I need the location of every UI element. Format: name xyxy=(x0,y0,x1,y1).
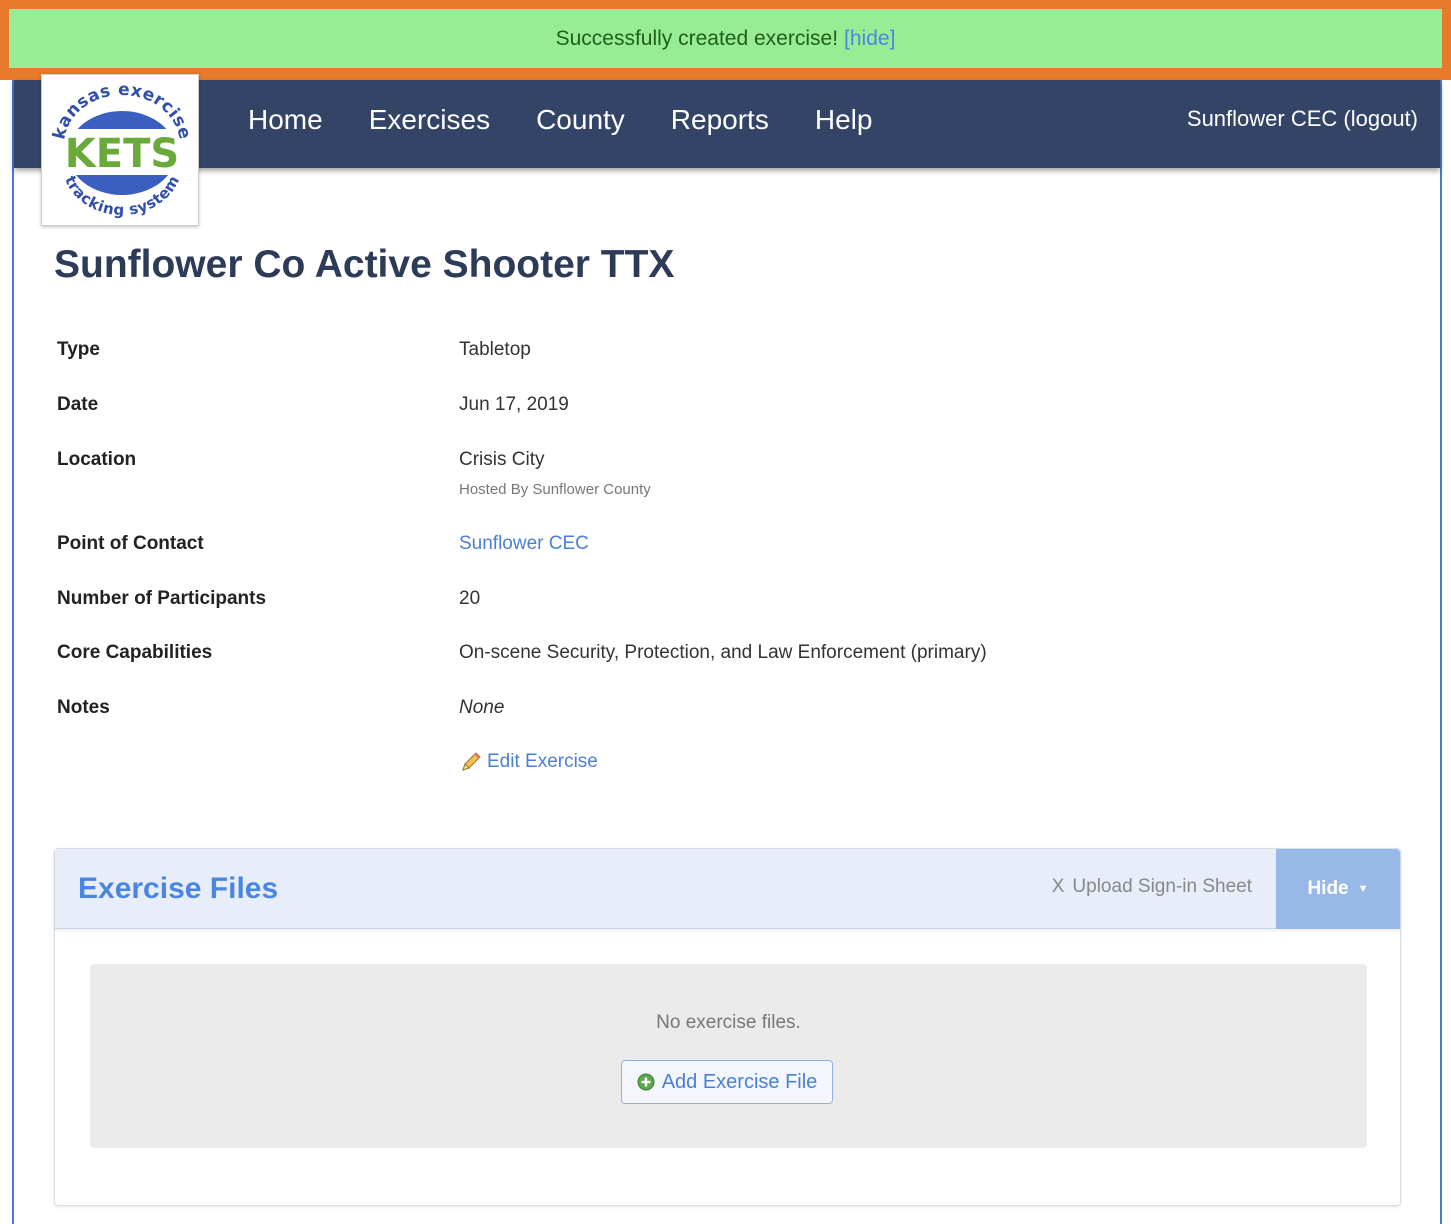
panel-header: Exercise Files X Upload Sign-in Sheet Hi… xyxy=(55,849,1400,929)
add-file-label: Add Exercise File xyxy=(661,1070,818,1093)
panel-title: Exercise Files xyxy=(78,872,279,905)
location-value: Crisis City xyxy=(459,449,545,470)
poc-link[interactable]: Sunflower CEC xyxy=(459,533,589,555)
kets-logo[interactable]: kansas exercise KETS tracking system xyxy=(41,74,199,226)
main-navbar: Home Exercises County Reports Help Sunfl… xyxy=(14,80,1440,168)
caret-down-icon: ▼ xyxy=(1357,883,1369,895)
user-logout-link[interactable]: Sunflower CEC (logout) xyxy=(1187,80,1418,158)
upload-label: Upload Sign-in Sheet xyxy=(1072,876,1252,897)
participants-value: 20 xyxy=(459,588,481,609)
notes-value: None xyxy=(459,697,505,718)
kets-logo-graphic: kansas exercise KETS tracking system xyxy=(49,80,194,219)
capabilities-value: On-scene Security, Protection, and Law E… xyxy=(459,642,987,663)
edit-exercise-label: Edit Exercise xyxy=(487,751,598,772)
logo-center-text: KETS xyxy=(65,131,179,177)
success-message: Successfully created exercise! xyxy=(555,26,839,50)
notes-label: Notes xyxy=(57,697,110,718)
participants-label: Number of Participants xyxy=(57,588,267,609)
hide-panel-button[interactable]: Hide ▼ xyxy=(1276,849,1400,929)
nav-links: Home Exercises County Reports Help xyxy=(248,80,918,160)
nav-item-help[interactable]: Help xyxy=(815,104,873,136)
empty-files-box: No exercise files. Add Exercise File xyxy=(90,964,1367,1148)
nav-item-reports[interactable]: Reports xyxy=(671,104,769,136)
type-value: Tabletop xyxy=(459,339,531,360)
notification-highlight: Successfully created exercise! [hide] xyxy=(0,0,1451,80)
edit-exercise-link[interactable]: Edit Exercise xyxy=(459,750,598,774)
location-label: Location xyxy=(57,449,137,470)
date-label: Date xyxy=(57,394,99,415)
poc-label: Point of Contact xyxy=(57,533,204,554)
nav-item-exercises[interactable]: Exercises xyxy=(369,104,490,136)
nav-item-home[interactable]: Home xyxy=(248,104,323,136)
upload-sign-in-sheet-link[interactable]: X Upload Sign-in Sheet xyxy=(1052,849,1252,925)
success-banner: Successfully created exercise! [hide] xyxy=(9,9,1442,68)
nav-item-county[interactable]: County xyxy=(536,104,625,136)
empty-files-text: No exercise files. xyxy=(656,1012,801,1033)
hide-label: Hide xyxy=(1307,878,1349,899)
type-label: Type xyxy=(57,339,100,360)
plus-circle-icon xyxy=(637,1073,655,1091)
location-host: Hosted By Sunflower County xyxy=(459,481,651,498)
add-exercise-file-button[interactable]: Add Exercise File xyxy=(621,1060,833,1104)
hide-banner-link[interactable]: [hide] xyxy=(844,27,895,51)
date-value: Jun 17, 2019 xyxy=(459,394,569,415)
upload-x-icon: X xyxy=(1051,876,1065,897)
exercise-files-panel: Exercise Files X Upload Sign-in Sheet Hi… xyxy=(54,848,1401,1206)
page-title: Sunflower Co Active Shooter TTX xyxy=(54,243,675,286)
pencil-icon xyxy=(462,752,481,771)
capabilities-label: Core Capabilities xyxy=(57,642,213,663)
